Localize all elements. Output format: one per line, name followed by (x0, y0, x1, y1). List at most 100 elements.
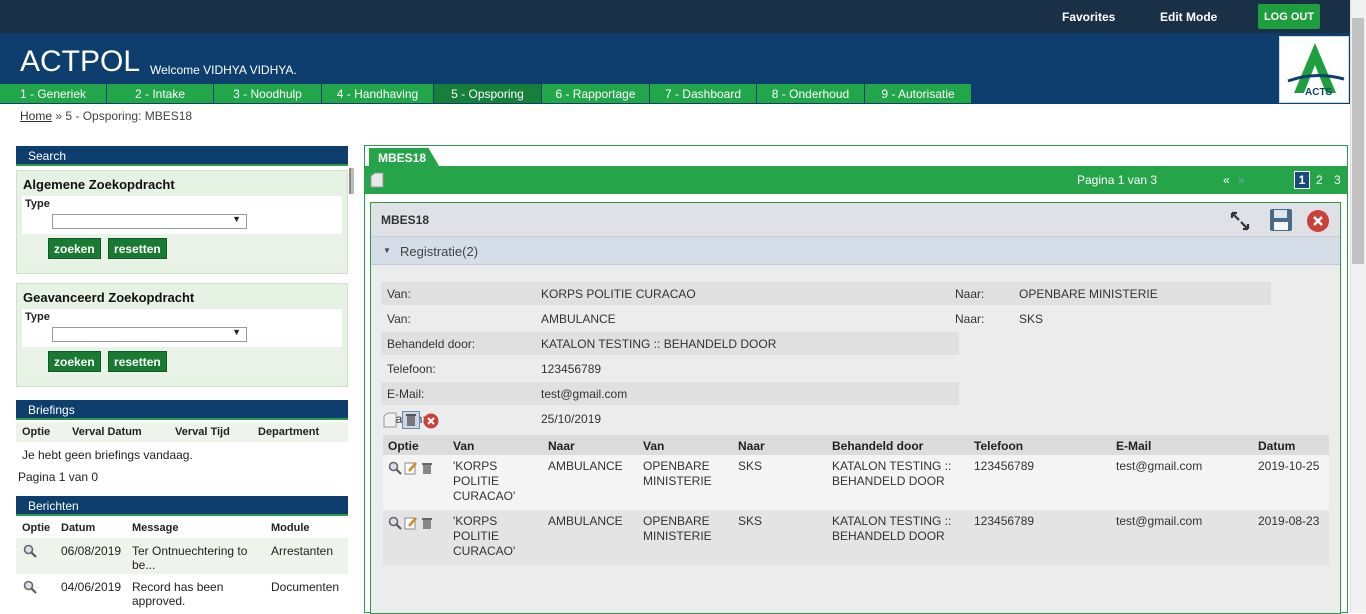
chevron-down-icon: ▼ (232, 327, 241, 337)
edit-icon[interactable] (404, 461, 418, 479)
app-header: ACTPOL Welcome VIDHYA VIDHYA. 1 - Generi… (0, 33, 1350, 104)
briefings-col-optie: Optie (22, 426, 51, 438)
collapse-triangle-icon[interactable]: ▼ (383, 246, 391, 255)
basic-search-form: Type ▼ (22, 196, 342, 234)
favorites-link[interactable]: Favorites (1062, 10, 1115, 24)
van-value: KORPS POLITIE CURACAO (541, 286, 696, 301)
berichten-col-optie: Optie (22, 522, 51, 534)
field-row-datum: Datum: 25/10/2019 (381, 407, 959, 430)
nav-tab-generiek[interactable]: 1 - Generiek (0, 84, 107, 103)
magnifier-icon[interactable] (16, 580, 61, 610)
field-row-telefoon: Telefoon: 123456789 (381, 357, 959, 380)
row-behandeld: KATALON TESTING :: BEHANDELD DOOR (832, 514, 952, 543)
row-options (388, 461, 434, 479)
nav-tab-opsporing[interactable]: 5 - Opsporing (434, 84, 542, 103)
row-naar: AMBULANCE (548, 459, 623, 473)
nav-tab-dashboard[interactable]: 7 - Dashboard (650, 84, 757, 103)
breadcrumb-current: 5 - Opsporing: MBES18 (65, 109, 193, 123)
record-tab[interactable]: MBES18 (369, 148, 439, 166)
berichten-panel: Berichten Optie Datum Message Module 06/… (16, 496, 348, 613)
table-row[interactable]: 'KORPS POLITIE CURACAO' AMBULANCE OPENBA… (383, 510, 1329, 565)
nav-tab-rapportage[interactable]: 6 - Rapportage (542, 84, 650, 103)
breadcrumb-home-link[interactable]: Home (20, 109, 52, 123)
briefings-header-row: Optie Verval Datum Verval Tijd Departmen… (16, 422, 348, 442)
trash-icon[interactable] (420, 516, 434, 534)
field-row-behandeld: Behandeld door: KATALON TESTING :: BEHAN… (381, 332, 959, 355)
berichten-row: 04/06/2019 Record has been approved. Doc… (16, 574, 348, 610)
nav-tab-onderhoud[interactable]: 8 - Onderhoud (757, 84, 865, 103)
row-telefoon: 123456789 (974, 514, 1035, 528)
col-naar: Naar (548, 439, 575, 453)
row-email: test@gmail.com (1116, 514, 1203, 528)
row-datum: 2019-10-25 (1258, 459, 1320, 473)
basic-search-button[interactable]: zoeken (48, 238, 101, 259)
berichten-row-date: 06/08/2019 (61, 544, 122, 558)
field-row-naar-2: Naar: SKS (951, 307, 1271, 330)
new-document-icon[interactable] (383, 412, 397, 431)
view-icon[interactable] (388, 461, 402, 479)
col-van-2: Van (643, 439, 665, 453)
edit-icon[interactable] (404, 516, 418, 534)
row-options (388, 516, 434, 534)
panel-collapse-handle[interactable] (349, 168, 354, 194)
top-bar: Favorites Edit Mode LOG OUT (0, 0, 1350, 33)
pager-prev-link[interactable]: « (1223, 173, 1230, 187)
edit-mode-link[interactable]: Edit Mode (1160, 10, 1217, 24)
basic-reset-button[interactable]: resetten (108, 238, 167, 259)
briefings-col-verval-tijd: Verval Tijd (175, 426, 230, 438)
logo-text: ACTS (1305, 87, 1333, 98)
expand-icon[interactable] (1229, 210, 1251, 235)
pager-bar: Pagina 1 van 3 « » 1 2 3 (365, 166, 1347, 194)
col-email: E-Mail (1116, 439, 1152, 453)
basic-type-select[interactable]: ▼ (52, 214, 247, 229)
berichten-header-row: Optie Datum Message Module (16, 518, 348, 538)
advanced-search-box: Geavanceerd Zoekopdracht Type ▼ zoeken r… (16, 283, 348, 387)
remove-icon[interactable] (423, 413, 439, 432)
advanced-search-button[interactable]: zoeken (48, 351, 101, 372)
field-row-van-2: Van: AMBULANCE (381, 307, 951, 330)
row-van-2: OPENBARE MINISTERIE (643, 459, 712, 488)
page-1-link[interactable]: 1 (1294, 171, 1310, 189)
page-2-link[interactable]: 2 (1316, 173, 1323, 187)
basic-type-label: Type (25, 198, 50, 210)
row-behandeld: KATALON TESTING :: BEHANDELD DOOR (832, 459, 952, 488)
van-value: AMBULANCE (541, 311, 616, 326)
registratie-section-header[interactable]: ▼ Registratie(2) (371, 237, 1340, 265)
view-icon[interactable] (388, 516, 402, 534)
nav-tab-handhaving[interactable]: 4 - Handhaving (322, 84, 434, 103)
row-naar: AMBULANCE (548, 514, 623, 528)
close-icon[interactable] (1306, 209, 1330, 236)
email-label: E-Mail: (387, 386, 425, 401)
advanced-type-select[interactable]: ▼ (52, 327, 247, 342)
save-icon[interactable] (1269, 208, 1293, 235)
telefoon-value: 123456789 (541, 361, 602, 376)
nav-tab-autorisatie[interactable]: 9 - Autorisatie (865, 84, 972, 103)
search-panel: Search (16, 146, 348, 166)
trash-icon[interactable] (420, 461, 434, 479)
naar-label: Naar: (955, 311, 985, 326)
advanced-reset-button[interactable]: resetten (108, 351, 167, 372)
table-row[interactable]: 'KORPS POLITIE CURACAO' AMBULANCE OPENBA… (383, 455, 1329, 510)
advanced-button-row: zoeken resetten (22, 347, 342, 375)
row-van-2: OPENBARE MINISTERIE (643, 514, 712, 543)
new-document-icon[interactable] (370, 172, 384, 191)
scrollbar-thumb[interactable] (1352, 18, 1364, 264)
nav-tab-intake[interactable]: 2 - Intake (107, 84, 214, 103)
nav-tab-noodhulp[interactable]: 3 - Noodhulp (214, 84, 322, 103)
advanced-search-form: Type ▼ (22, 309, 342, 347)
logout-button[interactable]: LOG OUT (1258, 4, 1320, 29)
page-3-link[interactable]: 3 (1334, 173, 1341, 187)
pager-next-link[interactable]: » (1238, 173, 1245, 187)
briefings-empty-text: Je hebt geen briefings vandaag. (22, 448, 193, 462)
welcome-text: Welcome VIDHYA VIDHYA. (150, 63, 297, 77)
registratie-table-header: Optie Van Naar Van Naar Behandeld door T… (383, 435, 1329, 455)
van-label: Van: (387, 286, 411, 301)
acts-logo: ACTS (1279, 36, 1349, 103)
magnifier-icon[interactable] (16, 544, 61, 574)
basic-button-row: zoeken resetten (22, 234, 342, 262)
email-value: test@gmail.com (541, 386, 628, 401)
breadcrumb: Home » 5 - Opsporing: MBES18 (20, 109, 192, 123)
berichten-row-date: 04/06/2019 (61, 580, 122, 594)
delete-all-icon[interactable] (402, 411, 420, 429)
behandeld-value: KATALON TESTING :: BEHANDELD DOOR (541, 336, 777, 351)
